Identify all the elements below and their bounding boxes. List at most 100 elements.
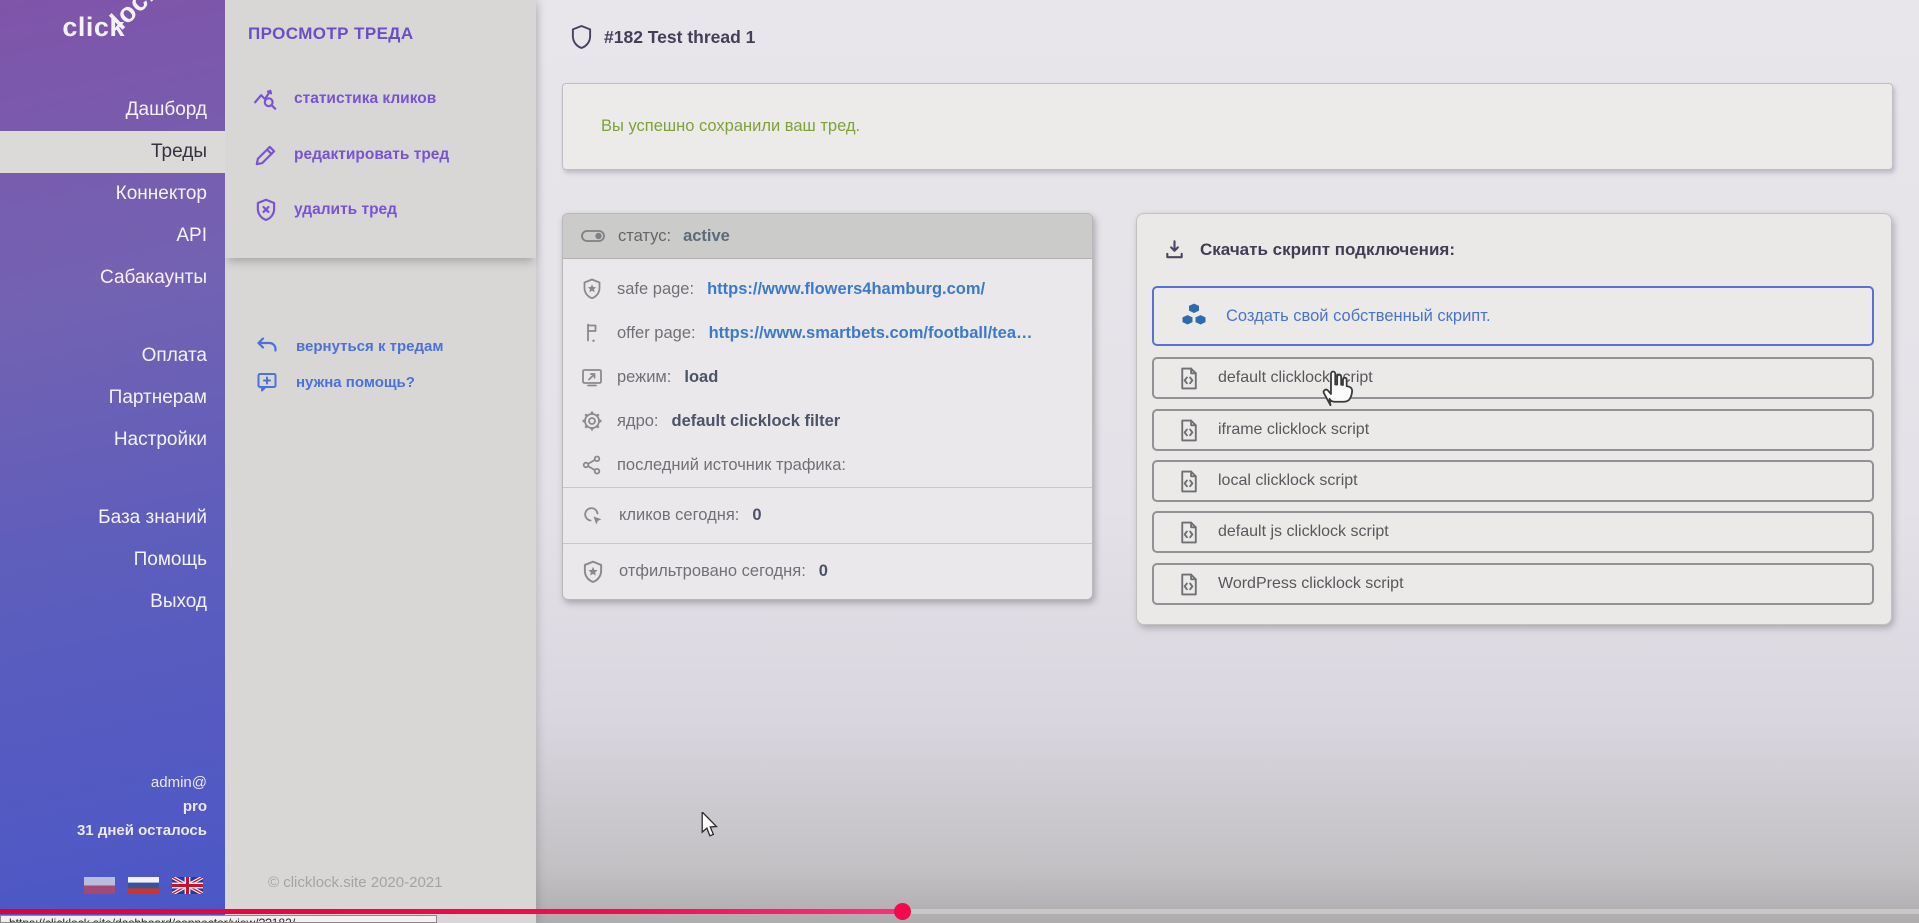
default-script-label: default clicklock script: [1218, 369, 1373, 387]
download-script-panel: Скачать скрипт подключения: Создать свой…: [1136, 213, 1892, 625]
safe-page-url[interactable]: https://www.flowers4hamburg.com/: [707, 280, 985, 299]
shield-star-icon: [580, 277, 604, 301]
mode-value: load: [684, 368, 718, 387]
thread-menu-title: ПРОСМОТР ТРЕДА: [248, 24, 414, 44]
traffic-source-label: последний источник трафика:: [617, 456, 846, 475]
sidebar-item-subaccounts[interactable]: Сабакаунты: [0, 257, 225, 299]
mode-label: режим:: [617, 368, 671, 387]
account-plan: pro: [77, 795, 207, 819]
status-label: статус:: [618, 227, 671, 246]
sidebar-item-connector[interactable]: Коннектор: [0, 173, 225, 215]
pencil-icon: [253, 142, 279, 168]
account-email: admin@: [77, 771, 207, 795]
gear-icon: [580, 409, 604, 433]
default-js-script-button[interactable]: default js clicklock script: [1152, 511, 1874, 553]
video-progress-scrubber[interactable]: [894, 903, 911, 920]
sidebar-item-threads[interactable]: Треды: [0, 131, 225, 173]
clicks-today-label: кликов сегодня:: [619, 506, 739, 525]
thread-edit-label: редактировать тред: [294, 146, 449, 164]
page-title: #182 Test thread 1: [570, 24, 755, 50]
video-progress-bar[interactable]: [0, 909, 1919, 914]
core-value: default clicklock filter: [672, 412, 841, 431]
thread-delete-label: удалить тред: [294, 201, 397, 219]
thread-menu-panel: ПРОСМОТР ТРЕДА статистика кликов редакти…: [225, 0, 536, 923]
help-icon: [255, 370, 279, 394]
sidebar-item-dashboard[interactable]: Дашборд: [0, 89, 225, 131]
need-help-link[interactable]: нужна помощь?: [255, 370, 415, 394]
sidebar-item-settings[interactable]: Настройки: [0, 419, 225, 461]
safe-page-row: safe page: https://www.flowers4hamburg.c…: [563, 267, 1092, 311]
status-rows: safe page: https://www.flowers4hamburg.c…: [563, 259, 1092, 487]
offer-page-row: offer page: https://www.smartbets.com/fo…: [563, 311, 1092, 355]
shield-star-icon: [580, 559, 606, 585]
sidebar-item-knowledge-base[interactable]: База знаний: [0, 497, 225, 539]
thread-edit-link[interactable]: редактировать тред: [253, 142, 449, 168]
video-progress-fill: [0, 909, 903, 914]
screen-share-icon: [580, 365, 604, 389]
main-content: #182 Test thread 1 Вы успешно сохранили …: [536, 0, 1919, 923]
flag-icon: [580, 321, 604, 345]
sidebar-item-payment[interactable]: Оплата: [0, 335, 225, 377]
create-custom-script-label: Создать свой собственный скрипт.: [1226, 307, 1491, 326]
status-bar-url: https://clicklock.site/dashboard/connect…: [0, 915, 437, 923]
english-flag-icon[interactable]: [172, 877, 203, 894]
page-title-text: #182 Test thread 1: [604, 27, 755, 48]
traffic-source-row: последний источник трафика:: [563, 443, 1092, 487]
clicklock-logo: clicklock: [62, 12, 181, 43]
sidebar-item-partners[interactable]: Партнерам: [0, 377, 225, 419]
cubes-icon: [1178, 300, 1210, 332]
nav-group-divider: [0, 299, 225, 335]
sidebar-item-logout[interactable]: Выход: [0, 581, 225, 623]
thread-stats-link[interactable]: статистика кликов: [253, 86, 436, 112]
sidebar-nav: Дашборд Треды Коннектор API Сабакаунты О…: [0, 89, 225, 623]
nav-group-divider: [0, 461, 225, 497]
thread-status-card: статус: active safe page: https://www.fl…: [562, 213, 1093, 600]
status-bar-url-text: https://clicklock.site/dashboard/connect…: [1, 916, 436, 923]
download-header-label: Скачать скрипт подключения:: [1200, 240, 1455, 260]
iframe-script-button[interactable]: iframe clicklock script: [1152, 409, 1874, 451]
polish-flag-icon[interactable]: [84, 877, 115, 894]
success-alert-text: Вы успешно сохранили ваш тред.: [601, 117, 860, 136]
file-code-icon: [1176, 520, 1201, 545]
need-help-label: нужна помощь?: [296, 374, 415, 391]
filtered-today-label: отфильтровано сегодня:: [619, 562, 806, 581]
file-code-icon: [1176, 366, 1201, 391]
local-script-button[interactable]: local clicklock script: [1152, 460, 1874, 502]
iframe-script-label: iframe clicklock script: [1218, 421, 1369, 439]
sidebar-item-api[interactable]: API: [0, 215, 225, 257]
default-script-button[interactable]: default clicklock script: [1152, 357, 1874, 399]
success-alert: Вы успешно сохранили ваш тред.: [562, 83, 1893, 170]
clicks-today-row: кликов сегодня: 0: [563, 487, 1092, 543]
back-to-threads-label: вернуться к тредам: [296, 338, 443, 355]
offer-page-label: offer page:: [617, 324, 696, 343]
offer-page-url[interactable]: https://www.smartbets.com/football/tea…: [709, 324, 1033, 343]
sidebar: clicklock Дашборд Треды Коннектор API Са…: [0, 0, 225, 923]
filtered-today-value: 0: [819, 562, 828, 581]
shield-icon: [570, 24, 593, 50]
thread-delete-link[interactable]: удалить тред: [253, 197, 397, 223]
mode-row: режим: load: [563, 355, 1092, 399]
status-header: статус: active: [563, 214, 1092, 259]
russian-flag-icon[interactable]: [128, 877, 159, 894]
local-script-label: local clicklock script: [1218, 472, 1358, 490]
wordpress-script-label: WordPress clicklock script: [1218, 575, 1404, 593]
sidebar-item-help[interactable]: Помощь: [0, 539, 225, 581]
account-days-left: 31 дней осталось: [77, 819, 207, 843]
account-info: admin@ pro 31 дней осталось: [77, 771, 207, 843]
file-code-icon: [1176, 572, 1201, 597]
create-custom-script-button[interactable]: Создать свой собственный скрипт.: [1152, 286, 1874, 346]
back-to-threads-link[interactable]: вернуться к тредам: [255, 334, 443, 358]
download-icon: [1163, 238, 1186, 261]
copyright: © clicklock.site 2020-2021: [268, 874, 442, 891]
wordpress-script-button[interactable]: WordPress clicklock script: [1152, 563, 1874, 605]
download-header: Скачать скрипт подключения:: [1163, 238, 1455, 261]
app-window: clicklock Дашборд Треды Коннектор API Са…: [0, 0, 1919, 923]
safe-page-label: safe page:: [617, 280, 694, 299]
undo-icon: [255, 334, 279, 358]
filtered-today-row: отфильтровано сегодня: 0: [563, 543, 1092, 599]
click-stats-icon: [253, 86, 279, 112]
core-row: ядро: default clicklock filter: [563, 399, 1092, 443]
file-code-icon: [1176, 418, 1201, 443]
file-code-icon: [1176, 469, 1201, 494]
status-value: active: [683, 227, 730, 246]
